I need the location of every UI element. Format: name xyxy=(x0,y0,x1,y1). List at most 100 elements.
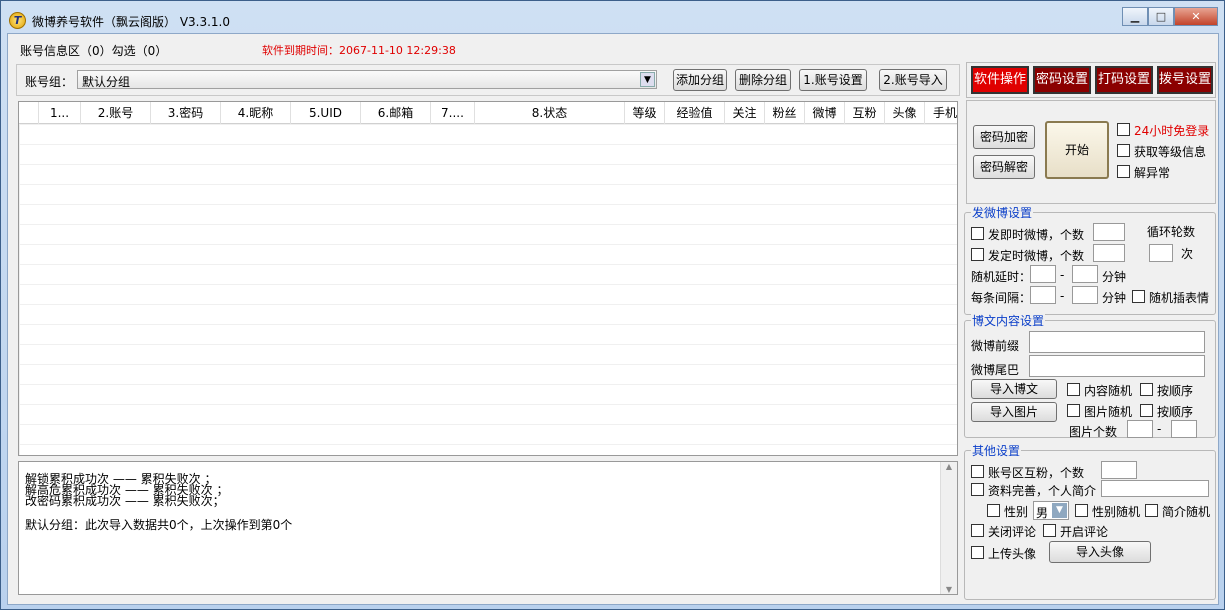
tab-dial-settings[interactable]: 拨号设置 xyxy=(1157,66,1213,94)
account-table[interactable]: 1... 2.账号 3.密码 4.昵称 5.UID 6.邮箱 7.... 8.状… xyxy=(18,101,958,456)
account-import-button[interactable]: 2.账号导入 xyxy=(879,69,947,91)
gender-select[interactable]: 男 ▼ xyxy=(1033,501,1069,520)
delay-max-input[interactable] xyxy=(1072,265,1098,283)
start-button[interactable]: 开始 xyxy=(1045,121,1109,179)
log-scrollbar[interactable]: ▲ ▼ xyxy=(940,462,957,594)
instant-weibo-label: 发即时微博，个数 xyxy=(988,228,1085,242)
interval-max-input[interactable] xyxy=(1072,286,1098,304)
tab-captcha-settings[interactable]: 打码设置 xyxy=(1095,66,1153,94)
login-24h-checkbox[interactable] xyxy=(1117,123,1130,136)
gender-label: 性别 xyxy=(1004,505,1029,519)
suffix-label: 微博尾巴 xyxy=(971,363,1020,377)
upload-avatar-label: 上传头像 xyxy=(988,547,1037,561)
col-header[interactable]: 3.密码 xyxy=(151,102,221,124)
close-comment-label: 关闭评论 xyxy=(988,525,1037,539)
delay-min-input[interactable] xyxy=(1030,265,1056,283)
import-text-button[interactable]: 导入博文 xyxy=(971,379,1057,399)
profile-checkbox[interactable] xyxy=(971,483,984,496)
col-header[interactable]: 1... xyxy=(39,102,81,124)
bio-input[interactable] xyxy=(1101,480,1209,497)
chevron-down-icon[interactable]: ▼ xyxy=(1052,503,1067,518)
col-header[interactable]: 关注 xyxy=(725,102,765,124)
mutual-follow-checkbox[interactable] xyxy=(971,465,984,478)
delay-label: 随机延时： xyxy=(971,270,1032,284)
content-settings-title: 博文内容设置 xyxy=(971,312,1046,329)
sequence1-checkbox[interactable] xyxy=(1140,383,1153,396)
instant-weibo-checkbox[interactable] xyxy=(971,227,984,240)
random-content-label: 内容随机 xyxy=(1084,384,1133,398)
random-content-checkbox[interactable] xyxy=(1067,383,1080,396)
delete-group-button[interactable]: 删除分组 xyxy=(735,69,791,91)
chevron-down-icon[interactable]: ▼ xyxy=(640,72,655,87)
timed-weibo-checkbox[interactable] xyxy=(971,248,984,261)
prefix-label: 微博前缀 xyxy=(971,339,1020,353)
timed-count-input[interactable] xyxy=(1093,244,1125,262)
col-header[interactable]: 6.邮箱 xyxy=(361,102,431,124)
image-count-min-input[interactable] xyxy=(1127,420,1153,438)
client-area: 账号信息区（0）勾选（0） 软件到期时间：2067-11-10 12:29:38… xyxy=(7,33,1219,605)
decrypt-password-button[interactable]: 密码解密 xyxy=(973,155,1035,179)
interval-min-input[interactable] xyxy=(1030,286,1056,304)
prefix-input[interactable] xyxy=(1029,331,1205,353)
random-intro-checkbox[interactable] xyxy=(1145,504,1158,517)
tab-password-settings[interactable]: 密码设置 xyxy=(1033,66,1091,94)
col-header[interactable]: 经验值 xyxy=(665,102,725,124)
col-header[interactable]: 微博 xyxy=(805,102,845,124)
suffix-input[interactable] xyxy=(1029,355,1205,377)
col-header[interactable]: 4.昵称 xyxy=(221,102,291,124)
sequence1-label: 按顺序 xyxy=(1157,384,1194,398)
tab-software-ops[interactable]: 软件操作 xyxy=(971,66,1029,94)
sequence2-checkbox[interactable] xyxy=(1140,404,1153,417)
log-line: 改密码累积成功次 —— 累积失败次； xyxy=(25,494,225,508)
account-settings-button[interactable]: 1.账号设置 xyxy=(799,69,867,91)
col-header[interactable]: 粉丝 xyxy=(765,102,805,124)
minimize-button[interactable]: ▁ xyxy=(1122,7,1148,26)
tab-strip: 软件操作 密码设置 打码设置 拨号设置 xyxy=(966,62,1216,98)
loop-count-input[interactable] xyxy=(1149,244,1173,262)
import-avatar-button[interactable]: 导入头像 xyxy=(1049,541,1151,563)
title-bar: T 微博养号软件（飘云阁版） V3.3.1.0 ▁ □ ✕ xyxy=(1,1,1224,33)
group-select[interactable]: 默认分组 ▼ xyxy=(77,70,657,89)
table-body[interactable] xyxy=(19,124,957,455)
profile-label: 资料完善，个人简介 xyxy=(988,484,1097,498)
gender-checkbox[interactable] xyxy=(987,504,1000,517)
scroll-up-icon[interactable]: ▲ xyxy=(941,462,957,471)
fix-exception-checkbox[interactable] xyxy=(1117,165,1130,178)
emoji-label: 随机插表情 xyxy=(1149,291,1210,305)
maximize-button[interactable]: □ xyxy=(1148,7,1174,26)
col-header[interactable]: 等级 xyxy=(625,102,665,124)
col-header[interactable]: 2.账号 xyxy=(81,102,151,124)
col-header[interactable]: 互粉 xyxy=(845,102,885,124)
interval-minute-label: 分钟 xyxy=(1102,291,1127,305)
get-level-checkbox[interactable] xyxy=(1117,144,1130,157)
expire-label: 软件到期时间：2067-11-10 12:29:38 xyxy=(262,44,456,57)
encrypt-password-button[interactable]: 密码加密 xyxy=(973,125,1035,149)
col-header[interactable]: 头像 xyxy=(885,102,925,124)
get-level-label: 获取等级信息 xyxy=(1134,145,1207,159)
scroll-down-icon[interactable]: ▼ xyxy=(941,585,957,594)
open-comment-checkbox[interactable] xyxy=(1043,524,1056,537)
emoji-checkbox[interactable] xyxy=(1132,290,1145,303)
add-group-button[interactable]: 添加分组 xyxy=(673,69,727,91)
weibo-settings-group: 发微博设置 发即时微博，个数 循环轮数 发定时微博，个数 次 随机延时： - 分… xyxy=(964,204,1216,315)
window-title: 微博养号软件（飘云阁版） V3.3.1.0 xyxy=(32,15,231,29)
instant-count-input[interactable] xyxy=(1093,223,1125,241)
col-header[interactable]: 5.UID xyxy=(291,102,361,124)
fix-exception-label: 解异常 xyxy=(1134,166,1171,180)
delay-minute-label: 分钟 xyxy=(1102,270,1127,284)
random-image-checkbox[interactable] xyxy=(1067,404,1080,417)
log-area[interactable]: 解锁累积成功次 —— 累积失败次 ； 解高危累积成功次 —— 累积失败次 ； 改… xyxy=(18,461,958,595)
mutual-count-input[interactable] xyxy=(1101,461,1137,479)
import-image-button[interactable]: 导入图片 xyxy=(971,402,1057,422)
close-comment-checkbox[interactable] xyxy=(971,524,984,537)
col-header[interactable]: 7.... xyxy=(431,102,475,124)
close-button[interactable]: ✕ xyxy=(1174,7,1218,26)
upload-avatar-checkbox[interactable] xyxy=(971,546,984,559)
col-header[interactable]: 手机 xyxy=(925,102,957,124)
random-gender-checkbox[interactable] xyxy=(1075,504,1088,517)
open-comment-label: 开启评论 xyxy=(1060,525,1109,539)
login-24h-label: 24小时免登录 xyxy=(1134,124,1210,138)
image-count-max-input[interactable] xyxy=(1171,420,1197,438)
col-header[interactable]: 8.状态 xyxy=(475,102,625,124)
